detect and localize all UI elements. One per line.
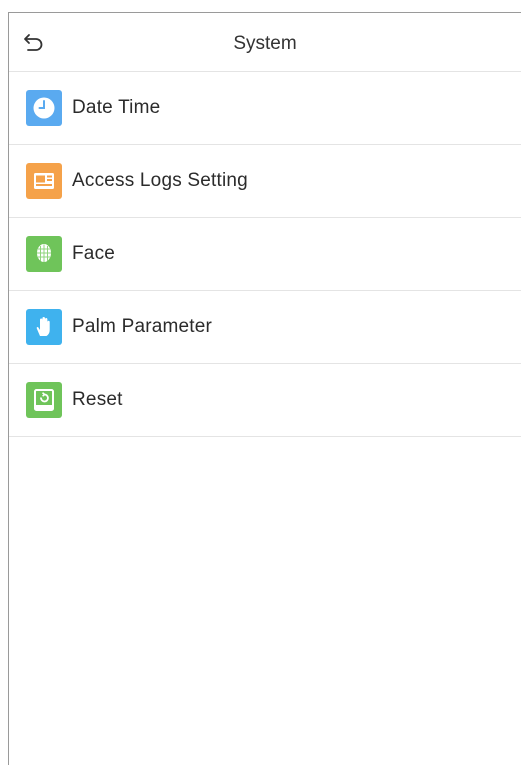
- clock-icon: [26, 90, 62, 126]
- menu-item-reset[interactable]: Reset: [9, 364, 521, 437]
- face-icon: [26, 236, 62, 272]
- menu-item-label: Reset: [72, 389, 123, 410]
- menu-item-face[interactable]: Face: [9, 218, 521, 291]
- logs-icon: [26, 163, 62, 199]
- palm-icon: [26, 309, 62, 345]
- menu-item-date-time[interactable]: Date Time: [9, 72, 521, 145]
- page-title: System: [233, 33, 297, 54]
- reset-icon: [26, 382, 62, 418]
- menu-item-palm-parameter[interactable]: Palm Parameter: [9, 291, 521, 364]
- menu-item-label: Access Logs Setting: [72, 170, 248, 191]
- system-screen: System Date Time Access Logs Setting Fac…: [8, 12, 521, 765]
- back-button[interactable]: [19, 27, 49, 57]
- menu-item-access-logs-setting[interactable]: Access Logs Setting: [9, 145, 521, 218]
- menu-item-label: Date Time: [72, 97, 161, 118]
- menu-item-label: Palm Parameter: [72, 316, 213, 337]
- menu-item-label: Face: [72, 243, 116, 264]
- back-arrow-icon: [24, 34, 43, 51]
- header-bar: System: [9, 13, 521, 72]
